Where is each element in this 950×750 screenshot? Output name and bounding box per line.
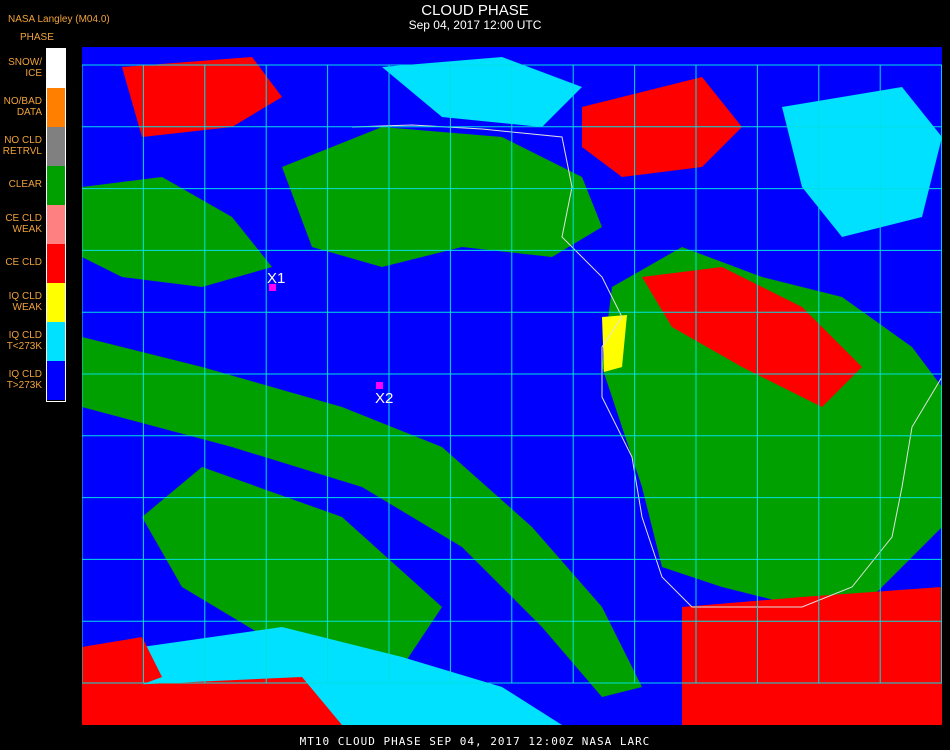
cloud-phase-map[interactable]: X1 X2 [82,47,942,725]
legend-swatch [47,361,65,400]
phase-label: PHASE [20,32,54,43]
legend-swatch [47,127,65,166]
ice-region-south [682,587,942,725]
legend-label: IQ CLD WEAK [8,291,42,313]
legend-swatch [47,283,65,322]
legend-label: IQ CLD T<273K [6,330,42,352]
legend-swatch [47,322,65,361]
legend-label: SNOW/ICE [8,57,42,79]
legend-swatch [47,244,65,283]
legend-label: NO CLD RETRVL [2,135,42,157]
marker-label: X2 [375,390,393,407]
marker-label: X1 [267,270,285,287]
phase-legend [46,48,66,402]
legend-label: IQ CLD T>273K [6,369,42,391]
marker-point[interactable] [376,382,383,389]
legend-label: CE CLD WEAK [5,213,42,235]
legend-swatch [47,166,65,205]
footer-caption: MT10 CLOUD PHASE SEP 04, 2017 12:00Z NAS… [299,735,651,748]
datetime-label: Sep 04, 2017 12:00 UTC [408,18,542,32]
legend-label: NO/BAD DATA [3,96,42,118]
legend-label: CLEAR [8,179,42,190]
legend-label: CE CLD [5,257,42,268]
page-title: CLOUD PHASE [421,2,529,19]
legend-swatch [47,49,65,88]
legend-swatch [47,205,65,244]
legend-swatch [47,88,65,127]
